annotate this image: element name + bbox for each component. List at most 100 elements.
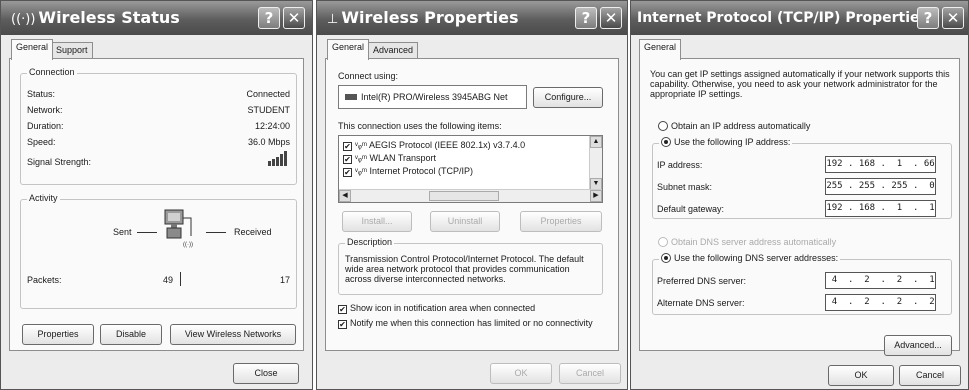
intro-text: You can get IP settings assigned automat… [650,69,950,99]
cancel-button[interactable]: Cancel [559,363,621,384]
preferred-dns-label: Preferred DNS server: [657,276,747,286]
description-group: Description Transmission Control Protoco… [338,237,603,295]
radio-button-selected[interactable] [661,137,671,147]
vertical-scrollbar[interactable]: ▲ ▼ [589,136,602,190]
item-label: AEGIS Protocol (IEEE 802.1x) v3.7.4.0 [369,140,526,150]
ip-address-group: Use the following IP address: IP address… [652,137,952,219]
group-title: Description [345,237,395,247]
connect-using-label: Connect using: [338,71,399,81]
dns-group: Use the following DNS server addresses: … [652,253,952,315]
adapter-field: Intel(R) PRO/Wireless 3945ABG Net [338,85,527,109]
checkbox-checked[interactable]: ✔ [343,142,352,151]
help-button[interactable]: ? [575,7,597,29]
close-dialog-button[interactable]: Close [233,363,299,384]
tab-page: Connect using: Intel(R) PRO/Wireless 394… [325,58,619,351]
scroll-thumb[interactable] [429,191,499,201]
checkbox-checked[interactable]: ✔ [343,155,352,164]
wireless-status-window: ((·)) Wireless Status ? ✕ General Support… [0,0,313,390]
help-button[interactable]: ? [917,7,939,29]
cancel-button[interactable]: Cancel [899,365,961,386]
preferred-dns-field[interactable]: 4 . 2 . 2 . 1 [825,272,936,289]
radio-button[interactable] [658,237,668,247]
packets-received-value: 17 [279,275,290,285]
checkbox-checked[interactable]: ✔ [338,320,347,329]
help-button[interactable]: ? [258,7,280,29]
network-connection-icon: ⊥ [327,12,339,27]
tcpip-properties-window: Internet Protocol (TCP/IP) Properties ? … [630,0,969,390]
group-title: Activity [27,193,60,203]
adapter-name: Intel(R) PRO/Wireless 3945ABG Net [361,92,508,102]
items-label: This connection uses the following items… [338,121,502,131]
received-line [206,232,226,233]
scroll-up-icon[interactable]: ▲ [590,136,602,148]
close-button[interactable]: ✕ [283,7,305,29]
use-ip-radio[interactable]: Use the following IP address: [659,137,793,147]
checkbox-checked[interactable]: ✔ [338,305,347,314]
ok-button[interactable]: OK [828,365,894,386]
option-label: Show icon in notification area when conn… [350,303,536,313]
tab-advanced[interactable]: Advanced [368,42,419,59]
default-gateway-label: Default gateway: [657,204,725,214]
default-gateway-field[interactable]: 192 . 168 . 1 . 1 [825,200,936,217]
subnet-mask-field[interactable]: 255 . 255 . 255 . 0 [825,178,936,195]
svg-text:((·)): ((·)) [183,242,193,248]
list-item[interactable]: ✔ ᵛᵩᵐ AEGIS Protocol (IEEE 802.1x) v3.7.4… [343,140,525,151]
list-item[interactable]: ✔ ᵛᵩᵐ Internet Protocol (TCP/IP) [343,166,473,177]
tab-page: You can get IP settings assigned automat… [639,58,960,356]
signal-strength-icon [268,151,287,166]
status-value: Connected [246,89,290,99]
duration-value: 12:24:00 [254,121,290,131]
view-wireless-networks-button[interactable]: View Wireless Networks [170,324,296,345]
tab-support[interactable]: Support [51,42,93,59]
wireless-properties-window: ⊥ Wireless Properties ? ✕ General Advance… [316,0,628,390]
option-label: Notify me when this connection has limit… [350,318,593,328]
close-button[interactable]: ✕ [600,7,622,29]
alternate-dns-label: Alternate DNS server: [657,298,745,308]
ok-button[interactable]: OK [490,363,552,384]
obtain-ip-auto-radio[interactable]: Obtain an IP address automatically [658,121,810,131]
item-label: WLAN Transport [369,153,437,163]
network-label: Network: [27,105,63,115]
ip-address-field[interactable]: 192 . 168 . 1 . 66 [825,156,936,173]
window-title: Internet Protocol (TCP/IP) Properties [637,10,928,26]
option-label: Obtain DNS server address automatically [671,237,837,247]
window-title: Wireless Status [38,8,180,27]
list-item[interactable]: ✔ ᵛᵩᵐ WLAN Transport [343,153,436,164]
use-dns-radio[interactable]: Use the following DNS server addresses: [659,253,841,263]
activity-group: Activity Sent ((·)) Received Packets: 49… [20,193,297,309]
packets-divider [180,272,181,286]
tab-general[interactable]: General [639,39,682,60]
install-button[interactable]: Install... [342,211,412,232]
tab-general[interactable]: General [11,39,54,60]
item-label: Internet Protocol (TCP/IP) [369,166,474,176]
checkbox-checked[interactable]: ✔ [343,168,352,177]
properties-button[interactable]: Properties [22,324,94,345]
disable-button[interactable]: Disable [100,324,162,345]
radio-button-selected[interactable] [661,253,671,263]
wireless-icon: ((·)) [11,12,36,27]
notify-option[interactable]: ✔ Notify me when this connection has limi… [338,318,593,329]
protocol-icon: ᵛᵩᵐ [355,166,370,176]
horizontal-scrollbar[interactable]: ◀ ▶ [339,189,602,202]
show-icon-option[interactable]: ✔ Show icon in notification area when con… [338,303,535,314]
properties-button[interactable]: Properties [520,211,602,232]
tab-page: Connection Status: Connected Network: ST… [9,58,304,351]
network-value: STUDENT [247,105,291,115]
scroll-left-icon[interactable]: ◀ [339,190,351,202]
radio-button[interactable] [658,121,668,131]
components-list: ✔ ᵛᵩᵐ AEGIS Protocol (IEEE 802.1x) v3.7.4… [338,135,603,203]
obtain-dns-auto-radio[interactable]: Obtain DNS server address automatically [658,237,836,247]
alternate-dns-field[interactable]: 4 . 2 . 2 . 2 [825,294,936,311]
option-label: Use the following DNS server addresses: [674,253,839,263]
scroll-right-icon[interactable]: ▶ [590,190,602,202]
received-label: Received [234,227,272,237]
configure-button[interactable]: Configure... [533,87,603,108]
uninstall-button[interactable]: Uninstall [430,211,500,232]
group-title: Connection [27,67,77,77]
packets-sent-value: 49 [162,275,173,285]
ip-address-label: IP address: [657,160,703,170]
advanced-button[interactable]: Advanced... [884,335,952,356]
signal-label: Signal Strength: [27,157,92,167]
close-button[interactable]: ✕ [942,7,964,29]
tab-general[interactable]: General [327,39,370,60]
